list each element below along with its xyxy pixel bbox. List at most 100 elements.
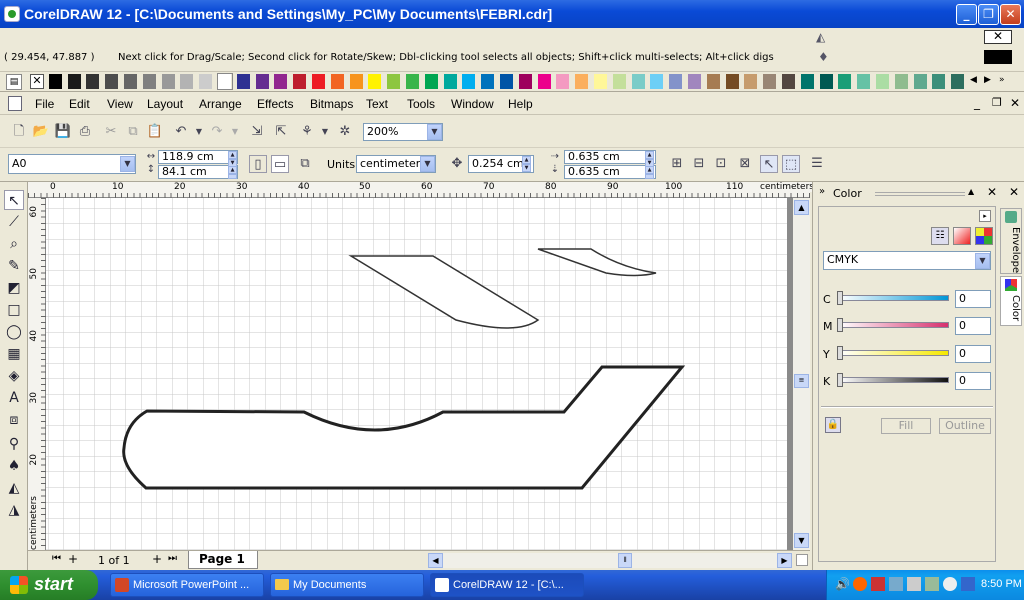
outline-tool-icon[interactable]: ♠ — [4, 456, 24, 476]
black-slider-track[interactable] — [839, 377, 949, 383]
menu-arrange[interactable]: Arrange — [199, 97, 242, 111]
color-model-dropdown-icon[interactable]: ▼ — [975, 253, 990, 269]
palette-swatch[interactable] — [612, 74, 627, 89]
device-icon[interactable] — [907, 577, 921, 591]
tray-app-icon-2[interactable] — [925, 577, 939, 591]
dup-y-down-arrow[interactable] — [645, 174, 654, 179]
palette-swatch[interactable] — [199, 74, 214, 89]
palette-swatch[interactable] — [424, 74, 439, 89]
add-page-after-icon[interactable]: + — [152, 552, 162, 566]
shape-tool-icon[interactable]: ⟋ — [4, 212, 24, 232]
zoom-tool-icon[interactable]: ⌕ — [4, 234, 24, 254]
palette-swatch[interactable] — [142, 74, 157, 89]
palette-swatch[interactable] — [932, 74, 947, 89]
basic-shapes-tool-icon[interactable]: ◈ — [4, 366, 24, 386]
interactive-blend-tool-icon[interactable]: ⧈ — [4, 410, 24, 430]
color-sliders-icon[interactable]: ☷ — [931, 227, 949, 245]
outline-button[interactable]: Outline — [939, 418, 991, 434]
palette-swatch[interactable] — [669, 74, 684, 89]
zoom-dropdown-icon[interactable]: ▼ — [427, 124, 442, 140]
doc-minimize-button[interactable]: _ — [974, 96, 980, 110]
yellow-value-field[interactable]: 0 — [955, 345, 991, 363]
hscroll-left-arrow[interactable]: ◀ — [428, 553, 443, 568]
palette-swatch[interactable] — [800, 74, 815, 89]
treat-as-filled-icon[interactable]: ↖ — [760, 155, 778, 173]
last-page-icon[interactable]: ⏭ — [168, 553, 177, 564]
dup-y-up-arrow[interactable]: ▲ — [645, 166, 654, 174]
menu-layout[interactable]: Layout — [147, 97, 183, 111]
options-icon[interactable]: ☰ — [808, 155, 826, 173]
magenta-value-field[interactable]: 0 — [955, 317, 991, 335]
palette-swatch[interactable] — [217, 73, 233, 90]
taskbar-item-my-documents[interactable]: My Documents — [270, 573, 424, 597]
new-icon[interactable]: 🗋 — [10, 123, 28, 141]
restore-button[interactable]: ❐ — [978, 4, 999, 25]
cyan-slider-track[interactable] — [839, 295, 949, 301]
palette-swatch[interactable] — [857, 74, 872, 89]
palette-swatch[interactable] — [274, 74, 289, 89]
undo-dropdown-icon[interactable]: ▼ — [190, 123, 208, 141]
cyan-slider-handle[interactable] — [837, 291, 843, 305]
width-up-arrow[interactable]: ▲ — [228, 151, 237, 159]
lock-icon[interactable]: 🔒 — [825, 417, 841, 433]
palette-swatch[interactable] — [725, 74, 740, 89]
palette-swatch[interactable] — [763, 74, 778, 89]
smart-fill-tool-icon[interactable]: ◩ — [4, 278, 24, 298]
paper-type-dropdown-icon[interactable]: ▼ — [120, 156, 135, 172]
palette-expand-icon[interactable]: » — [999, 75, 1011, 89]
export-icon[interactable]: ⇱ — [272, 123, 290, 141]
ellipse-tool-icon[interactable]: ◯ — [4, 322, 24, 342]
palette-swatch[interactable] — [744, 74, 759, 89]
navigator-corner[interactable] — [796, 554, 808, 566]
print-icon[interactable]: ⎙ — [76, 123, 94, 141]
snap-to-objects-icon[interactable]: ⊡ — [712, 155, 730, 173]
palette-swatch[interactable] — [631, 74, 646, 89]
palette-swatch[interactable] — [575, 74, 590, 89]
docker-panel-close-icon[interactable]: ✕ — [1009, 185, 1019, 199]
palette-swatch[interactable] — [500, 74, 514, 89]
palette-swatch[interactable] — [481, 74, 496, 89]
page-tab[interactable]: Page 1 — [188, 551, 258, 569]
magenta-slider-handle[interactable] — [837, 318, 843, 332]
cut-icon[interactable]: ✂ — [102, 123, 120, 141]
paste-icon[interactable]: 📋 — [146, 123, 164, 141]
palette-swatch[interactable] — [161, 74, 176, 89]
tray-app-icon-3[interactable] — [943, 577, 957, 591]
vertical-scrollbar[interactable]: ▲ ≡ ▼ — [793, 198, 810, 550]
menu-text[interactable]: Text — [366, 97, 388, 111]
scroll-down-arrow[interactable]: ▼ — [794, 533, 809, 548]
palette-swatch[interactable] — [650, 74, 665, 89]
palette-swatch[interactable] — [236, 74, 251, 89]
palette-swatch[interactable] — [67, 74, 82, 89]
palette-swatch[interactable] — [124, 74, 138, 89]
undo-icon[interactable]: ↶ — [172, 123, 190, 141]
duplicate-x-field[interactable]: 0.635 cm — [564, 150, 656, 164]
palette-swatch[interactable] — [293, 74, 308, 89]
dup-x-up-arrow[interactable]: ▲ — [645, 151, 654, 159]
palette-swatch[interactable] — [406, 74, 420, 89]
fill-tool-icon[interactable]: ◭ — [4, 478, 24, 498]
network-icon[interactable] — [889, 577, 903, 591]
docker-options-icon[interactable]: ▲ — [968, 187, 974, 196]
palette-swatch[interactable] — [180, 74, 195, 89]
black-slider-handle[interactable] — [837, 373, 843, 387]
palette-swatch[interactable] — [443, 74, 458, 89]
hscroll-right-arrow[interactable]: ▶ — [777, 553, 792, 568]
pick-tool-icon[interactable]: ↖ — [4, 190, 24, 210]
outline-color-swatch[interactable] — [984, 50, 1012, 64]
landscape-icon[interactable]: ▭ — [271, 155, 289, 173]
no-fill-swatch[interactable]: ✕ — [984, 30, 1012, 44]
text-tool-icon[interactable]: A — [4, 388, 24, 408]
palette-swatch[interactable] — [48, 74, 63, 89]
palette-scroll-right-icon[interactable]: ▶ — [984, 75, 996, 89]
save-icon[interactable]: 💾 — [54, 123, 72, 141]
rectangle-tool-icon[interactable]: □ — [4, 300, 24, 320]
draw-behind-icon[interactable]: ⬚ — [782, 155, 800, 173]
palette-swatch[interactable] — [518, 74, 533, 89]
snap-to-guidelines-icon[interactable]: ⊟ — [690, 155, 708, 173]
black-value-field[interactable]: 0 — [955, 372, 991, 390]
duplicate-y-field[interactable]: 0.635 cm — [564, 165, 656, 179]
taskbar-item-powerpoint[interactable]: Microsoft PowerPoint ... — [110, 573, 264, 597]
paper-width-field[interactable]: 118.9 cm — [158, 150, 238, 164]
palette-swatch[interactable] — [312, 74, 326, 89]
